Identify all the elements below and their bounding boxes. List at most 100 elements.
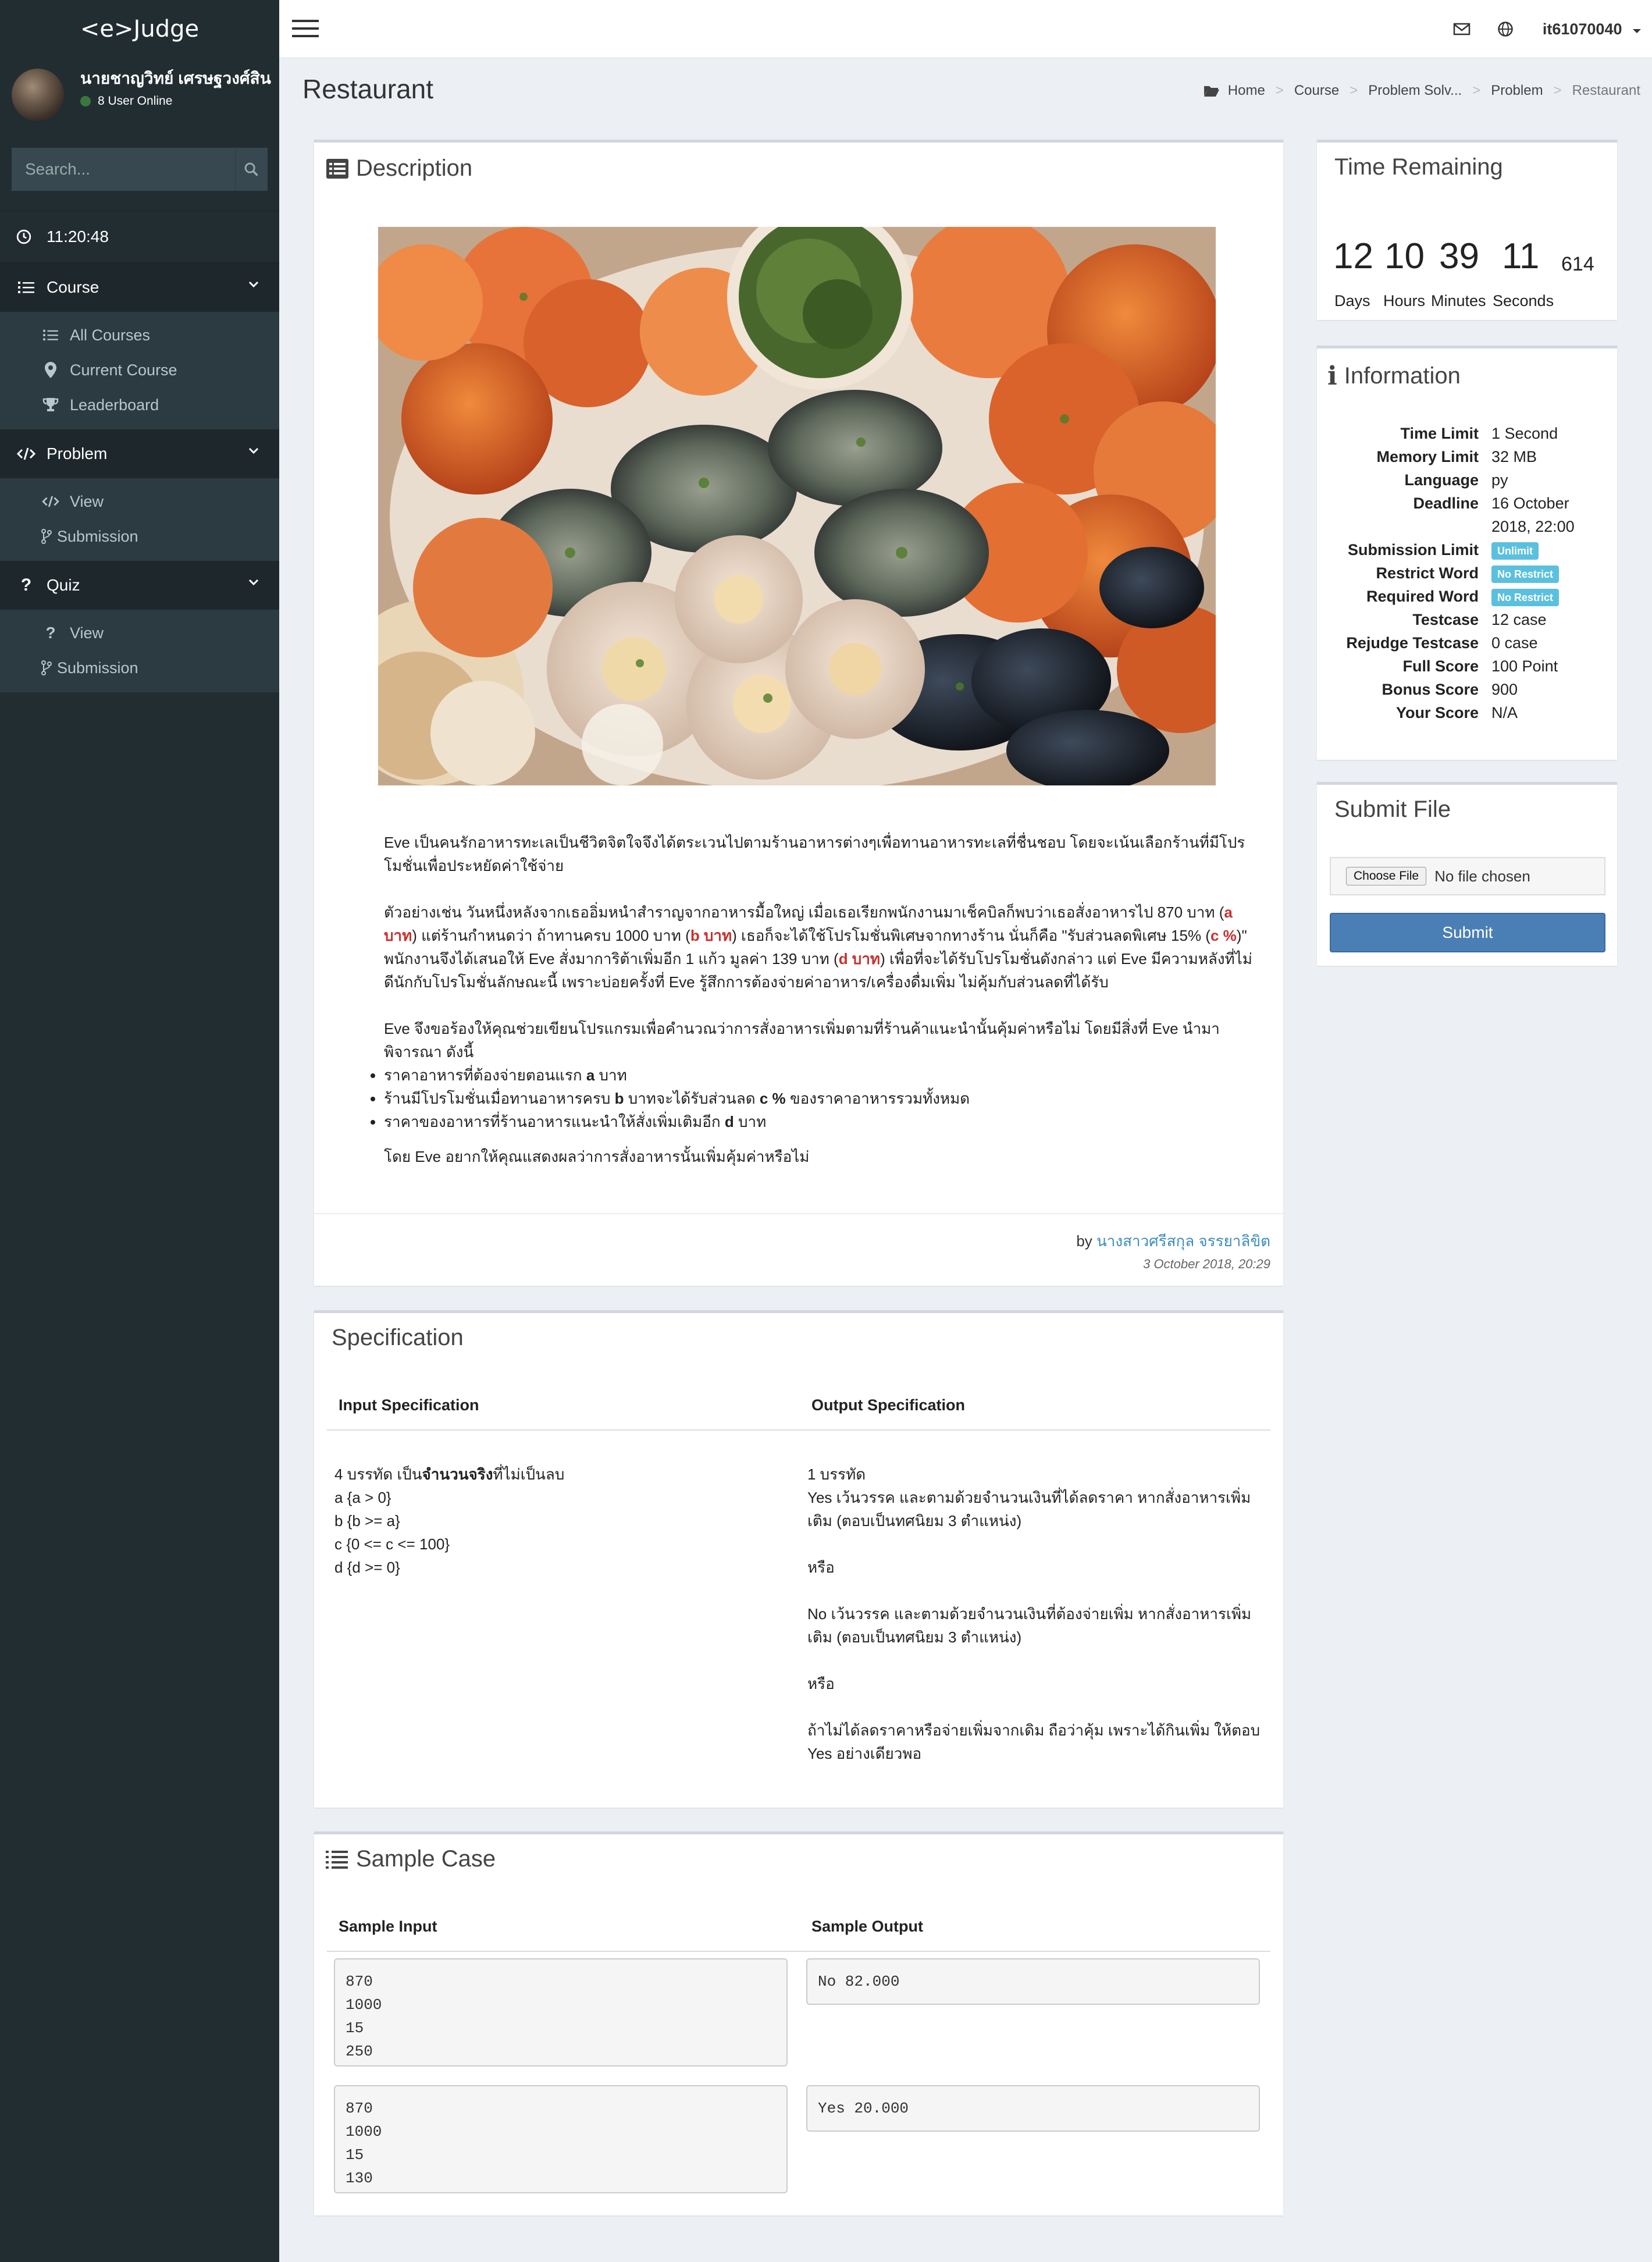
description-title: Description (356, 155, 473, 181)
messages-button[interactable] (1453, 22, 1471, 36)
info-row-required-word: Required Word No Restrict (1317, 585, 1608, 608)
sample-output-1[interactable]: No 82.000 (806, 1958, 1260, 2005)
list-ol-icon (326, 1850, 348, 1869)
search-button[interactable] (235, 148, 267, 190)
file-name-label: No file chosen (1434, 867, 1530, 885)
hamburger-menu-icon[interactable] (292, 19, 319, 38)
topbar: it61070040 (279, 0, 1652, 58)
info-row-submission-limit: Submission Limit Unlimit (1317, 538, 1608, 561)
language-button[interactable] (1497, 21, 1514, 37)
clock-icon (16, 229, 31, 244)
sidebar-item-quiz-submission[interactable]: Submission (0, 650, 279, 685)
online-status: 8 User Online (80, 94, 272, 108)
trophy-icon (42, 398, 59, 411)
description-header: Description (326, 155, 472, 182)
breadcrumb-home[interactable]: Home (1228, 83, 1265, 99)
info-icon: i (1327, 361, 1337, 391)
countdown-seconds: 11 (1502, 236, 1540, 276)
specification-box: Specification Input Specification Output… (314, 1310, 1283, 1808)
menu-course[interactable]: Course (0, 263, 279, 312)
online-dot-icon (80, 96, 91, 106)
sample-case-title: Sample Case (356, 1846, 496, 1872)
submit-file-title: Submit File (1334, 796, 1451, 822)
countdown-ms: 614 (1561, 253, 1594, 275)
sidebar-item-label: Current Course (70, 361, 177, 379)
breadcrumb-problem-solving[interactable]: Problem Solv... (1368, 83, 1462, 99)
sample-input-2[interactable]: 870 1000 15 130 (334, 2085, 788, 2193)
envelope-icon (1453, 23, 1471, 35)
info-row-testcase: Testcase 12 case (1412, 611, 1547, 628)
specification-title: Specification (332, 1325, 464, 1350)
sample-input-1[interactable]: 870 1000 15 250 (334, 1958, 788, 2067)
sidebar-item-problem-submission[interactable]: Submission (0, 519, 279, 554)
chevron-down-icon (248, 579, 259, 586)
course-submenu: All Courses Current Course Leaderboard (0, 312, 279, 429)
information-list: Time Limit 1 Second Memory Limit 32 MB Lan… (1317, 422, 1608, 724)
sidebar-item-label: View (70, 624, 104, 642)
countdown-hours: 10 (1384, 236, 1425, 276)
breadcrumb-current: Restaurant (1572, 83, 1640, 98)
info-row-deadline: Deadline 16 October 2018, 22:00 (1413, 495, 1575, 535)
submit-button[interactable]: Submit (1330, 913, 1605, 952)
choose-file-button[interactable]: Choose File (1346, 867, 1427, 885)
info-row-full-score: Full Score 100 Point (1402, 657, 1558, 675)
output-spec: 1 บรรทัด Yes เว้นวรรค และตามด้วยจำนวนเงิ… (807, 1466, 1261, 1762)
input-spec-head: Input Specification (339, 1396, 479, 1414)
list-item: ร้านมีโปรโมชั่นเมื่อทานอาหารครบ b บาทจะไ… (384, 1087, 1239, 1110)
chevron-down-icon (248, 447, 259, 454)
countdown-days-label: Days (1334, 292, 1370, 310)
caret-down-icon (1633, 29, 1641, 33)
sidebar-item-all-courses[interactable]: All Courses (0, 318, 279, 353)
breadcrumb: Home > Course > Problem Solv... > Proble… (1204, 83, 1640, 99)
info-row-bonus-score: Bonus Score 900 (1382, 681, 1518, 698)
code-fork-icon (41, 529, 52, 544)
page-title: Restaurant (302, 74, 434, 104)
user-menu[interactable]: it61070040 (1543, 20, 1642, 38)
chevron-down-icon (248, 281, 259, 288)
menu-problem-label: Problem (47, 444, 108, 463)
brand-logo[interactable]: <e>Judge (0, 0, 279, 58)
breadcrumb-course[interactable]: Course (1294, 83, 1339, 99)
sample-input-head: Sample Input (339, 1918, 437, 1935)
author-prefix: by (1076, 1232, 1097, 1250)
countdown-hours-label: Hours (1383, 292, 1426, 310)
list-alt-icon (326, 158, 348, 179)
countdown-minutes: 39 (1439, 236, 1479, 276)
code-icon (42, 496, 59, 507)
globe-icon (1498, 22, 1513, 37)
countdown-seconds-label: Seconds (1493, 292, 1554, 310)
time-remaining-title: Time Remaining (1334, 154, 1503, 180)
sidebar-item-quiz-view[interactable]: ? View (0, 616, 279, 650)
code-icon (17, 447, 35, 460)
search-input[interactable] (12, 148, 235, 190)
menu-quiz[interactable]: ? Quiz (0, 561, 279, 610)
user-panel: นายชาญวิทย์ เศรษฐวงศ์สิน 8 User Online (0, 58, 279, 135)
author-link[interactable]: นางสาวศรีสกุล จรรยาลิขิต (1096, 1232, 1270, 1250)
description-p3: Eve จึงขอร้องให้คุณช่วยเขียนโปรแกรมเพื่อ… (384, 1020, 1220, 1061)
countdown-minutes-label: Minutes (1431, 292, 1486, 310)
menu-problem[interactable]: Problem (0, 429, 279, 478)
list-item: ราคาของอาหารที่ร้านอาหารแนะนำให้สั่งเพิ่… (384, 1110, 1239, 1133)
sidebar-item-label: Leaderboard (70, 396, 159, 414)
avatar (12, 69, 64, 121)
info-row-restrict-word: Restrict Word No Restrict (1317, 561, 1608, 585)
breadcrumb-problem[interactable]: Problem (1491, 83, 1543, 99)
sidebar-item-label: All Courses (70, 326, 151, 344)
quiz-submenu: ? View Submission (0, 610, 279, 692)
online-count: 8 User Online (98, 94, 173, 108)
description-bullets: ราคาอาหารที่ต้องจ่ายตอนแรก a บาท ร้านมีโ… (366, 1064, 1239, 1133)
sidebar-item-problem-view[interactable]: View (0, 484, 279, 519)
file-input[interactable]: Choose File No file chosen (1330, 857, 1605, 895)
information-title: Information (1344, 363, 1461, 389)
seafood-image (378, 227, 1216, 785)
list-item: ราคาอาหารที่ต้องจ่ายตอนแรก a บาท (384, 1064, 1239, 1087)
menu-course-label: Course (47, 278, 99, 296)
description-p1: Eve เป็นคนรักอาหารทะเลเป็นชีวิตจิตใจจึงไ… (384, 834, 1245, 874)
sidebar-item-current-course[interactable]: Current Course (0, 353, 279, 387)
sample-output-head: Sample Output (811, 1918, 924, 1935)
sidebar-clock: 11:20:48 (0, 211, 279, 263)
sample-output-2[interactable]: Yes 20.000 (806, 2085, 1260, 2132)
sidebar-item-leaderboard[interactable]: Leaderboard (0, 387, 279, 422)
list-icon (43, 329, 58, 341)
countdown-days: 12 (1333, 236, 1373, 276)
